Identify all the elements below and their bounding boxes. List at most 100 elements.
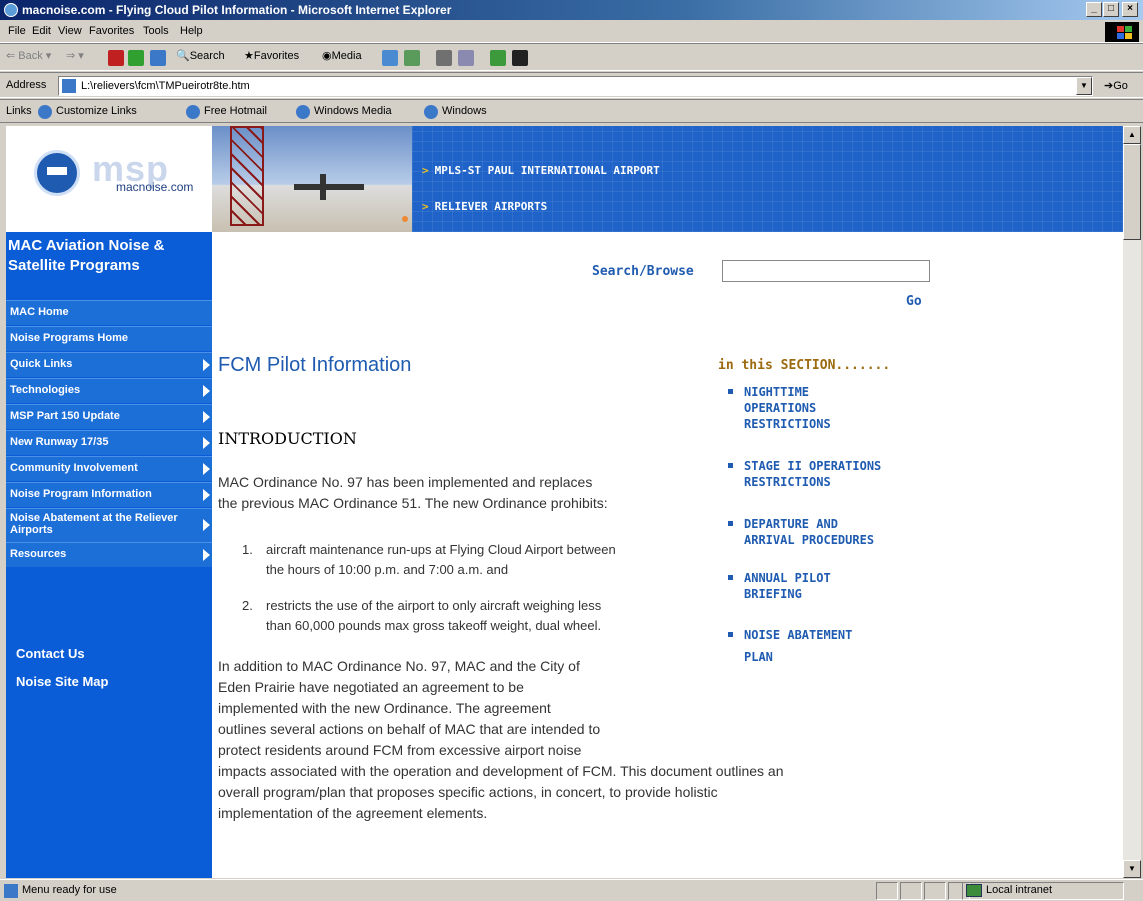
status-zone: Local intranet	[986, 884, 1053, 896]
messenger-icon[interactable]	[512, 50, 528, 66]
status-message: Menu ready for use	[22, 884, 117, 896]
search-button[interactable]: 🔍Search	[176, 49, 225, 62]
nav-heading: MAC Aviation Noise & Satellite Programs	[8, 237, 165, 274]
menu-file[interactable]: File	[8, 25, 26, 37]
nav-new-runway[interactable]: New Runway 17/35	[6, 430, 212, 455]
nav-noise-abatement-reliever[interactable]: Noise Abatement at the Reliever Airports	[6, 508, 212, 542]
page-viewport: msp macnoise.com > MPLS-ST PAUL INTERNATI…	[6, 126, 1123, 878]
para2-line-6: impacts associated with the operation an…	[218, 763, 784, 779]
vertical-scrollbar[interactable]: ▲ ▼	[1123, 126, 1141, 878]
edit-icon[interactable]	[458, 50, 474, 66]
print-icon[interactable]	[436, 50, 452, 66]
link-icon	[424, 105, 438, 119]
list-number: 2.	[242, 598, 253, 613]
stop-icon[interactable]	[108, 50, 124, 66]
page-icon	[62, 79, 76, 93]
nav-community-involvement[interactable]: Community Involvement	[6, 456, 212, 481]
menu-view[interactable]: View	[58, 25, 82, 37]
intro-line-1: MAC Ordinance No. 97 has been implemente…	[218, 474, 593, 490]
scroll-down-icon[interactable]: ▼	[1123, 860, 1141, 878]
nav-resources[interactable]: Resources	[6, 542, 212, 567]
bullet-icon	[728, 632, 733, 637]
nav-technologies[interactable]: Technologies	[6, 378, 212, 403]
discuss-icon[interactable]	[490, 50, 506, 66]
title-bar: macnoise.com - Flying Cloud Pilot Inform…	[0, 0, 1143, 20]
nav-quick-links[interactable]: Quick Links	[6, 352, 212, 377]
close-button[interactable]: ×	[1122, 2, 1138, 17]
intranet-icon	[966, 884, 982, 897]
search-go-button[interactable]: Go	[906, 294, 922, 309]
status-bar: Menu ready for use Local intranet	[0, 879, 1143, 901]
section-link-noise-abatement-plan[interactable]: NOISE ABATEMENT PLAN	[728, 624, 958, 668]
nav-noise-program-information[interactable]: Noise Program Information	[6, 482, 212, 507]
window-title: macnoise.com - Flying Cloud Pilot Inform…	[22, 3, 452, 17]
header-band: > MPLS-ST PAUL INTERNATIONAL AIRPORT > REL…	[412, 126, 1123, 232]
chevron-right-icon	[203, 359, 210, 371]
chevron-right-icon	[203, 463, 210, 475]
status-panel	[924, 882, 946, 900]
link-icon	[38, 105, 52, 119]
para2-line-4: outlines several actions on behalf of MA…	[218, 721, 601, 737]
search-input[interactable]	[722, 260, 930, 282]
nav-mac-home[interactable]: MAC Home	[6, 300, 212, 325]
nav-noise-programs-home[interactable]: Noise Programs Home	[6, 326, 212, 351]
favorites-button[interactable]: ★Favorites	[244, 49, 299, 62]
address-bar: Address L:\relievers\fcm\TMPueirotr8te.h…	[0, 72, 1143, 98]
list-item-2-line-1: restricts the use of the airport to only…	[266, 598, 602, 613]
scroll-up-icon[interactable]: ▲	[1123, 126, 1141, 144]
history-icon[interactable]	[382, 50, 398, 66]
mail-icon[interactable]	[404, 50, 420, 66]
list-number: 1.	[242, 542, 253, 557]
menu-help[interactable]: Help	[180, 25, 203, 37]
mac-seal-icon	[34, 150, 80, 196]
media-button[interactable]: ◉Media	[322, 49, 362, 62]
maximize-button[interactable]: □	[1103, 2, 1119, 17]
link-hotmail[interactable]: Free Hotmail	[204, 105, 267, 117]
para2-line-8: implementation of the agreement elements…	[218, 805, 488, 821]
page-title: FCM Pilot Information	[218, 354, 412, 376]
link-customize[interactable]: Customize Links	[56, 105, 137, 117]
section-link-annual-briefing[interactable]: ANNUAL PILOT BRIEFING	[728, 570, 958, 602]
links-label: Links	[6, 105, 32, 117]
para2-line-7: overall program/plan that proposes speci…	[218, 784, 718, 800]
scroll-thumb[interactable]	[1123, 144, 1141, 240]
forward-button[interactable]: ⇒ ▾	[66, 49, 84, 62]
address-url: L:\relievers\fcm\TMPueirotr8te.htm	[81, 80, 250, 92]
home-icon[interactable]	[150, 50, 166, 66]
refresh-icon[interactable]	[128, 50, 144, 66]
nav-noise-site-map[interactable]: Noise Site Map	[16, 674, 108, 689]
chevron-right-icon	[203, 437, 210, 449]
minimize-button[interactable]: _	[1086, 2, 1102, 17]
chevron-right-icon	[203, 489, 210, 501]
section-link-departure-arrival[interactable]: DEPARTURE AND ARRIVAL PROCEDURES	[728, 516, 958, 548]
address-input[interactable]: L:\relievers\fcm\TMPueirotr8te.htm	[58, 76, 1093, 96]
address-dropdown-icon[interactable]: ▼	[1076, 77, 1092, 95]
para2-line-2: Eden Prairie have negotiated an agreemen…	[218, 679, 524, 695]
nav-contact-us[interactable]: Contact Us	[16, 646, 85, 661]
back-button[interactable]: ⇐ Back ▾	[6, 49, 51, 62]
search-label: Search/Browse	[592, 264, 694, 279]
chevron-right-icon	[203, 411, 210, 423]
link-msp-airport[interactable]: > MPLS-ST PAUL INTERNATIONAL AIRPORT	[422, 164, 660, 177]
bullet-icon	[728, 575, 733, 580]
link-reliever-airports[interactable]: > RELIEVER AIRPORTS	[422, 200, 547, 213]
intro-line-2: the previous MAC Ordinance 51. The new O…	[218, 495, 608, 511]
link-windows[interactable]: Windows	[442, 105, 487, 117]
menu-tools[interactable]: Tools	[143, 25, 169, 37]
airport-photo	[212, 126, 412, 232]
site-logo[interactable]: msp macnoise.com	[6, 126, 212, 232]
chevron-right-icon	[203, 519, 210, 531]
section-link-nighttime[interactable]: NIGHTTIME OPERATIONS RESTRICTIONS	[728, 384, 958, 432]
list-item-1-line-2: the hours of 10:00 p.m. and 7:00 a.m. an…	[266, 562, 509, 577]
link-windows-media[interactable]: Windows Media	[314, 105, 392, 117]
windows-logo-icon	[1105, 22, 1139, 42]
ie-icon	[4, 3, 18, 17]
menu-edit[interactable]: Edit	[32, 25, 51, 37]
menu-favorites[interactable]: Favorites	[89, 25, 134, 37]
section-link-stage-ii[interactable]: STAGE II OPERATIONS RESTRICTIONS	[728, 458, 958, 490]
links-bar: Links Customize Links Free Hotmail Windo…	[0, 99, 1143, 123]
menu-bar: File Edit View Favorites Tools Help	[0, 21, 1143, 43]
left-nav: MAC Aviation Noise & Satellite Programs …	[6, 232, 212, 878]
nav-msp-part-150[interactable]: MSP Part 150 Update	[6, 404, 212, 429]
address-go-button[interactable]: ➔Go	[1104, 79, 1128, 92]
